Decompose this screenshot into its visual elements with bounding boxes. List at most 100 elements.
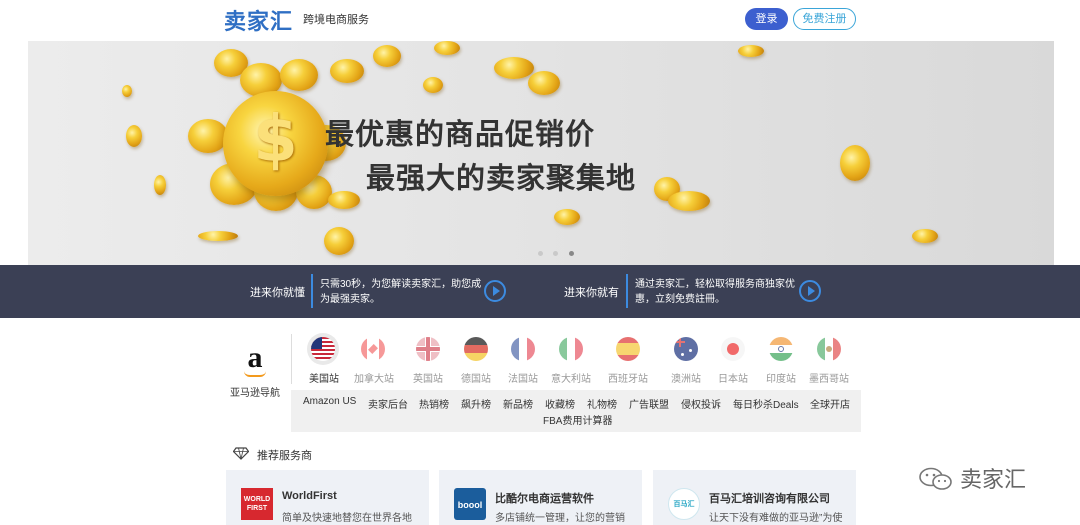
- coin-icon: [188, 119, 228, 153]
- coin-icon: [494, 57, 534, 79]
- banner-headline-1: 最优惠的商品促销价: [325, 117, 596, 151]
- provider-desc: 多店铺统一管理，让您的营销: [495, 513, 625, 524]
- site-label-in[interactable]: 印度站: [756, 370, 806, 385]
- link-amazon-us[interactable]: Amazon US: [303, 396, 356, 407]
- site-label-ca[interactable]: 加拿大站: [349, 370, 399, 385]
- link-fba-calculator[interactable]: FBA费用计算器: [543, 412, 612, 427]
- site-tagline: 跨境电商服务: [303, 14, 369, 26]
- coin-icon: [738, 45, 764, 57]
- coin-icon: [434, 41, 460, 55]
- coin-icon: [330, 59, 364, 83]
- coin-icon: [528, 71, 560, 95]
- top-header: 卖家汇 跨境电商服务 登录 免费注册: [0, 0, 1080, 40]
- coin-icon: [840, 145, 870, 181]
- italy-flag-icon[interactable]: [559, 337, 583, 361]
- worldfirst-logo: WORLD FIRST: [241, 488, 273, 520]
- provider-card-baimahui[interactable]: 百马汇 百马汇培训咨询有限公司 让天下没有难做的亚马逊”为使: [653, 470, 856, 525]
- intro-left-divider: [311, 274, 313, 308]
- carousel-dot[interactable]: [538, 251, 543, 256]
- recommended-title: 推荐服务商: [257, 450, 312, 462]
- site-label-au[interactable]: 澳洲站: [661, 370, 711, 385]
- baimahui-logo: 百马汇: [668, 488, 700, 520]
- provider-card-worldfirst[interactable]: WORLD FIRST WorldFirst 简单及快速地替您在世界各地: [226, 470, 429, 525]
- us-flag-icon[interactable]: [311, 337, 335, 361]
- site-label-jp[interactable]: 日本站: [708, 370, 758, 385]
- coin-icon: [912, 229, 938, 243]
- site-logo[interactable]: 卖家汇: [224, 4, 293, 36]
- coin-icon: [126, 125, 142, 147]
- amazon-logo-icon[interactable]: a: [240, 341, 270, 378]
- provider-desc: 简单及快速地替您在世界各地: [282, 513, 412, 524]
- amazon-smile-icon: [244, 371, 266, 377]
- site-label-mx[interactable]: 墨西哥站: [804, 370, 854, 385]
- link-best-sellers[interactable]: 热销榜: [419, 396, 449, 411]
- link-new-releases[interactable]: 新品榜: [503, 396, 533, 411]
- site-label-it[interactable]: 意大利站: [546, 370, 596, 385]
- provider-card-boool[interactable]: boool 比酷尔电商运营软件 多店铺统一管理，让您的营销: [439, 470, 642, 525]
- coin-icon: [373, 45, 401, 67]
- dollar-coin-icon: $: [223, 91, 328, 196]
- provider-name: 百马汇培训咨询有限公司: [709, 493, 830, 505]
- banner-headline-2: 最强大的卖家聚集地: [366, 161, 637, 195]
- link-most-wished[interactable]: 收藏榜: [545, 396, 575, 411]
- amazon-logo-letter: a: [247, 341, 263, 374]
- mexico-flag-icon[interactable]: [817, 337, 841, 361]
- link-daily-deals[interactable]: 每日秒杀Deals: [733, 396, 799, 411]
- login-button[interactable]: 登录: [745, 8, 788, 30]
- intro-left-text: 只需30秒，为您解读卖家汇，助您成为最强卖家。: [320, 279, 482, 305]
- coin-icon: [122, 85, 132, 97]
- diamond-icon: [233, 447, 249, 460]
- site-label-fr[interactable]: 法国站: [498, 370, 548, 385]
- india-flag-icon[interactable]: [769, 337, 793, 361]
- germany-flag-icon[interactable]: [464, 337, 488, 361]
- worldfirst-logo-text: WORLD FIRST: [243, 496, 271, 512]
- provider-name: WorldFirst: [282, 490, 337, 502]
- coin-icon: [328, 191, 360, 209]
- carousel-dot-active[interactable]: [568, 251, 574, 256]
- link-seller-central[interactable]: 卖家后台: [368, 396, 408, 411]
- link-gift-ideas[interactable]: 礼物榜: [587, 396, 617, 411]
- japan-flag-icon[interactable]: [721, 337, 745, 361]
- provider-desc: 让天下没有难做的亚马逊”为使: [709, 513, 843, 524]
- coin-icon: [198, 231, 238, 241]
- coin-icon: [280, 59, 318, 91]
- coin-icon: [423, 77, 443, 93]
- intro-left-title: 进来你就懂: [250, 287, 305, 299]
- intro-right-divider: [626, 274, 628, 308]
- hero-banner[interactable]: $ 最优惠的商品促销价 最强大的卖家聚集地: [28, 41, 1054, 265]
- site-label-uk[interactable]: 英国站: [403, 370, 453, 385]
- uk-flag-icon[interactable]: [416, 337, 440, 361]
- nav-divider: [291, 334, 292, 384]
- carousel-indicators: [538, 243, 580, 261]
- link-global-selling[interactable]: 全球开店: [810, 396, 850, 411]
- intro-bar: 进来你就懂 只需30秒，为您解读卖家汇，助您成为最强卖家。 进来你就有 通过卖家…: [0, 265, 1080, 318]
- boool-logo: boool: [454, 488, 486, 520]
- site-label-de[interactable]: 德国站: [451, 370, 501, 385]
- intro-right-title: 进来你就有: [564, 287, 619, 299]
- france-flag-icon[interactable]: [511, 337, 535, 361]
- spain-flag-icon[interactable]: [616, 337, 640, 361]
- boool-logo-text: boool: [457, 500, 483, 510]
- canada-flag-icon[interactable]: [361, 337, 385, 361]
- coin-icon: [668, 191, 710, 211]
- link-associates[interactable]: 广告联盟: [629, 396, 669, 411]
- coin-icon: [154, 175, 166, 195]
- intro-right-text: 通过卖家汇，轻松取得服务商独家优惠，立刻免费註冊。: [635, 279, 795, 305]
- coin-icon: [324, 227, 354, 255]
- dollar-sign: $: [253, 103, 298, 177]
- watermark-text: 卖家汇: [960, 468, 1027, 493]
- provider-name: 比酷尔电商运营软件: [495, 493, 594, 505]
- site-label-us[interactable]: 美国站: [299, 370, 349, 385]
- amazon-nav-label: 亚马逊导航: [230, 388, 280, 399]
- link-movers-shakers[interactable]: 飙升榜: [461, 396, 491, 411]
- carousel-dot[interactable]: [553, 251, 559, 256]
- play-video-icon[interactable]: [799, 280, 821, 302]
- baimahui-logo-text: 百马汇: [673, 501, 695, 508]
- register-button[interactable]: 免费注册: [793, 8, 856, 30]
- play-video-icon[interactable]: [484, 280, 506, 302]
- site-label-es[interactable]: 西班牙站: [603, 370, 653, 385]
- coin-icon: [554, 209, 580, 225]
- wechat-icon: [919, 467, 952, 490]
- australia-flag-icon[interactable]: [674, 337, 698, 361]
- link-infringement[interactable]: 侵权投诉: [681, 396, 721, 411]
